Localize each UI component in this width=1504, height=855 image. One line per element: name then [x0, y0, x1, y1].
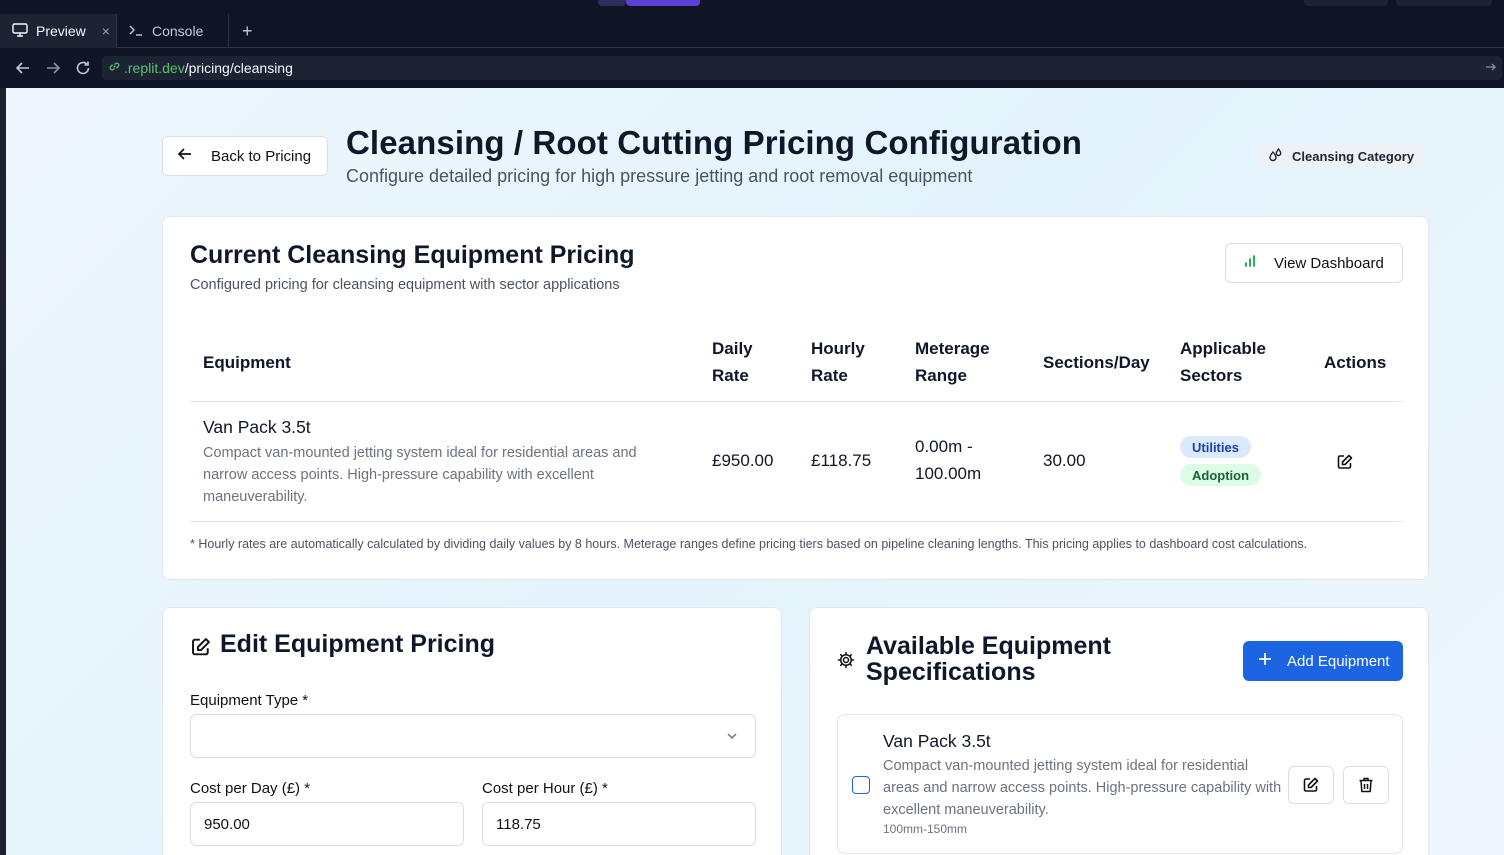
edit-icon: [190, 636, 212, 663]
equipment-name: Van Pack 3.5t: [203, 417, 311, 437]
list-item: Van Pack 3.5t Compact van-mounted jettin…: [837, 714, 1403, 854]
back-arrow-icon[interactable]: [8, 60, 38, 76]
category-badge-label: Cleansing Category: [1292, 148, 1415, 164]
link-icon: [108, 60, 121, 76]
current-pricing-description: Configured pricing for cleansing equipme…: [190, 277, 620, 293]
equipment-specs-card: Available Equipment Specifications Add E…: [809, 607, 1429, 855]
equipment-description: Compact van-mounted jetting system ideal…: [203, 445, 637, 505]
meterage-range-line2: 100.00m: [915, 464, 982, 483]
meterage-range-value: 0.00m - 100.00m: [915, 433, 981, 487]
tab-console-label: Console: [152, 23, 204, 39]
browser-tab-bar: Preview × Console +: [0, 14, 1504, 48]
tab-preview[interactable]: Preview ×: [0, 14, 116, 48]
col-header-daily-rate-line1: Daily: [712, 339, 753, 358]
view-dashboard-button[interactable]: View Dashboard: [1225, 243, 1403, 283]
top-pill-b[interactable]: [1396, 0, 1492, 6]
col-header-meterage-line2: Range: [915, 366, 967, 385]
gear-icon: [837, 651, 855, 674]
sector-badge-adoption: Adoption: [1180, 464, 1262, 486]
col-header-meterage-line1: Meterage: [915, 339, 990, 358]
col-header-equipment: Equipment: [203, 353, 291, 372]
edit-row-button[interactable]: [1336, 453, 1354, 476]
terminal-icon: [128, 23, 144, 40]
delete-spec-button[interactable]: [1343, 766, 1389, 804]
address-bar-row: .replit.dev /pricing/cleansing: [0, 48, 1504, 88]
edit-icon: [1303, 777, 1319, 792]
col-header-sectors: Applicable Sectors: [1180, 335, 1266, 389]
category-badge: Cleansing Category: [1256, 144, 1427, 168]
page-subtitle: Configure detailed pricing for high pres…: [346, 166, 973, 186]
monitor-icon: [12, 22, 28, 40]
equipment-type-select[interactable]: [190, 714, 756, 758]
col-header-sectors-line1: Applicable: [1180, 339, 1266, 358]
url-field[interactable]: .replit.dev /pricing/cleansing: [102, 56, 1502, 80]
cost-per-day-label: Cost per Day (£) *: [190, 780, 311, 797]
plus-icon: [1257, 651, 1273, 671]
url-host: .replit.dev: [124, 60, 185, 76]
trash-icon: [1359, 777, 1373, 793]
col-header-sections-day: Sections/Day: [1043, 353, 1150, 372]
chevron-down-icon: [725, 729, 739, 747]
cost-per-hour-label: Cost per Hour (£) *: [482, 780, 608, 797]
bar-chart-icon: [1242, 253, 1258, 273]
current-pricing-title: Current Cleansing Equipment Pricing: [190, 241, 635, 269]
top-pill-run[interactable]: [626, 0, 700, 6]
select-equipment-checkbox[interactable]: [852, 776, 870, 794]
view-dashboard-label: View Dashboard: [1274, 254, 1384, 272]
droplets-icon: [1268, 147, 1284, 166]
pricing-footnote: * Hourly rates are automatically calcula…: [190, 537, 1308, 551]
cost-per-day-input[interactable]: 950.00: [190, 802, 464, 846]
add-equipment-label: Add Equipment: [1287, 652, 1390, 670]
edit-pricing-card: Edit Equipment Pricing Equipment Type * …: [162, 607, 782, 855]
edit-icon: [1337, 454, 1353, 469]
url-path: /pricing/cleansing: [184, 60, 293, 76]
tab-preview-label: Preview: [36, 23, 86, 39]
top-pill-left: [598, 0, 626, 6]
daily-rate-value: £950.00: [712, 451, 774, 470]
page-content: Back to Pricing Cleansing / Root Cutting…: [6, 88, 1504, 855]
col-header-actions: Actions: [1324, 353, 1387, 372]
spec-equipment-size: 100mm-150mm: [883, 822, 968, 836]
col-header-hourly-rate-line2: Rate: [811, 366, 848, 385]
cost-per-hour-input[interactable]: 118.75: [482, 802, 756, 846]
forward-arrow-icon[interactable]: [38, 60, 68, 76]
col-header-meterage: Meterage Range: [915, 335, 990, 389]
open-external-icon[interactable]: [1484, 60, 1498, 77]
hourly-rate-value: £118.75: [811, 451, 872, 470]
add-equipment-button[interactable]: Add Equipment: [1243, 641, 1403, 681]
current-pricing-card: Current Cleansing Equipment Pricing Conf…: [162, 216, 1429, 580]
meterage-range-line1: 0.00m -: [915, 437, 973, 456]
window-top-strip: [0, 0, 1504, 14]
back-to-pricing-button[interactable]: Back to Pricing: [162, 136, 328, 176]
edit-pricing-title: Edit Equipment Pricing: [220, 630, 496, 658]
reload-icon[interactable]: [68, 60, 98, 76]
tab-console[interactable]: Console: [116, 14, 228, 48]
arrow-left-icon: [177, 146, 193, 166]
page-title: Cleansing / Root Cutting Pricing Configu…: [346, 124, 1083, 161]
sections-per-day-value: 30.00: [1043, 451, 1086, 470]
table-header-divider: [190, 401, 1403, 402]
col-header-hourly-rate-line1: Hourly: [811, 339, 865, 358]
spec-equipment-name: Van Pack 3.5t: [883, 731, 991, 751]
tab-divider: [228, 14, 229, 48]
close-tab-icon[interactable]: ×: [102, 23, 110, 39]
sector-badge-utilities: Utilities: [1180, 436, 1251, 458]
col-header-daily-rate: Daily Rate: [712, 335, 753, 389]
col-header-hourly-rate: Hourly Rate: [811, 335, 865, 389]
edit-spec-button[interactable]: [1288, 766, 1334, 804]
col-header-sectors-line2: Sectors: [1180, 366, 1243, 385]
back-to-pricing-label: Back to Pricing: [211, 147, 312, 165]
equipment-type-label: Equipment Type *: [190, 692, 309, 709]
top-pill-a[interactable]: [1304, 0, 1388, 6]
table-bottom-divider: [190, 521, 1403, 522]
equipment-specs-title: Available Equipment Specifications: [866, 632, 1111, 686]
new-tab-button[interactable]: +: [230, 14, 264, 48]
col-header-daily-rate-line2: Rate: [712, 366, 749, 385]
spec-equipment-description: Compact van-mounted jetting system ideal…: [883, 758, 1282, 818]
